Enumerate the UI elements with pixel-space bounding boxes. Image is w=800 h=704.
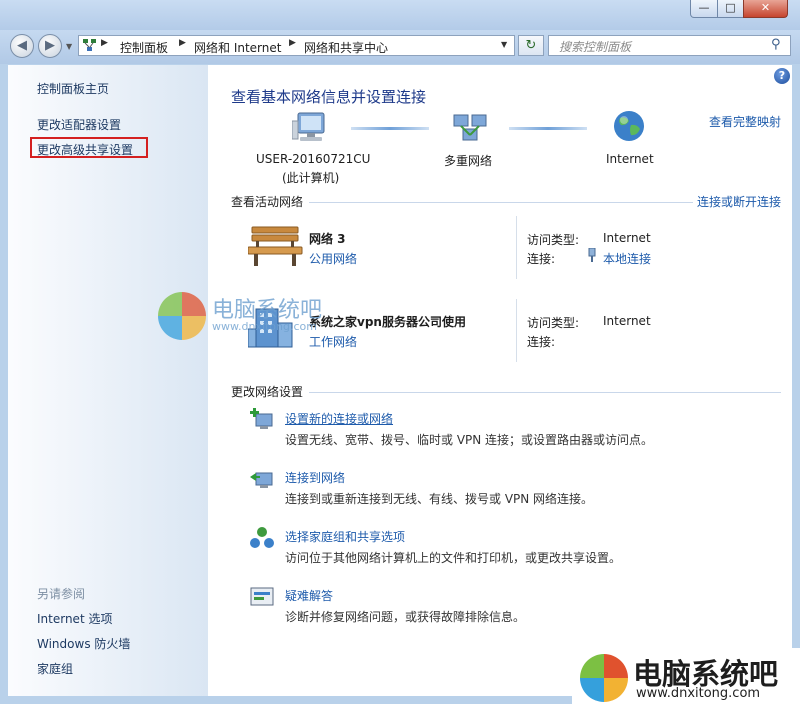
network-adapter-icon xyxy=(588,248,596,262)
divider xyxy=(516,299,517,362)
network-1-access-label: 访问类型: xyxy=(527,233,580,247)
sidebar: 控制面板主页 更改适配器设置 更改高级共享设置 另请参阅 Internet 选项… xyxy=(8,65,208,696)
highlight-annotation xyxy=(30,137,148,158)
address-bar[interactable]: ▶ 控制面板 ▶ 网络和 Internet ▶ 网络和共享中心 ▼ xyxy=(78,35,515,56)
network-2-access-label: 访问类型: xyxy=(527,316,580,330)
refresh-icon: ↻ xyxy=(525,38,537,53)
minimize-button[interactable]: — xyxy=(690,0,718,18)
corner-watermark-url: www.dnxitong.com xyxy=(636,686,761,701)
sidebar-item-windows-firewall[interactable]: Windows 防火墙 xyxy=(37,635,130,652)
new-connection-icon xyxy=(250,408,273,429)
network-2-access-value: Internet xyxy=(603,314,651,328)
network-2-name: 系统之家vpn服务器公司使用 xyxy=(309,315,466,329)
sidebar-item-control-panel-home[interactable]: 控制面板主页 xyxy=(37,80,109,97)
help-icon[interactable]: ? xyxy=(774,68,790,84)
forward-button[interactable]: ▶ xyxy=(38,34,62,58)
view-full-map-link[interactable]: 查看完整映射 xyxy=(709,113,781,130)
bench-icon xyxy=(248,226,303,266)
page-title: 查看基本网络信息并设置连接 xyxy=(231,88,427,106)
task-homegroup-desc: 访问位于其他网络计算机上的文件和打印机，或更改共享设置。 xyxy=(285,551,622,565)
computer-icon[interactable] xyxy=(292,111,328,145)
maximize-icon: □ xyxy=(725,1,736,14)
computer-name-label: USER-20160721CU xyxy=(256,152,371,166)
map-connector xyxy=(509,127,587,130)
recent-pages-button[interactable]: ▼ xyxy=(66,42,72,51)
network-1-access-value: Internet xyxy=(603,231,651,245)
network-1-type-link[interactable]: 公用网络 xyxy=(309,250,357,267)
sidebar-item-change-adapter-settings[interactable]: 更改适配器设置 xyxy=(37,116,121,133)
back-button[interactable]: ◀ xyxy=(10,34,34,58)
divider xyxy=(309,202,693,203)
breadcrumb-control-panel[interactable]: 控制面板 xyxy=(120,39,168,56)
corner-watermark-logo xyxy=(580,654,628,702)
breadcrumb-separator-icon: ▶ xyxy=(179,38,186,48)
task-troubleshoot-desc: 诊断并修复网络问题，或获得故障排除信息。 xyxy=(285,610,526,624)
network-1-connection-link[interactable]: 本地连接 xyxy=(603,250,651,267)
divider xyxy=(309,392,781,393)
breadcrumb-network-internet[interactable]: 网络和 Internet xyxy=(194,39,281,56)
task-connect-network-link[interactable]: 连接到网络 xyxy=(285,469,345,486)
breadcrumb-separator-icon: ▶ xyxy=(101,38,108,48)
network-label: 多重网络 xyxy=(444,154,493,168)
network-2-type-link[interactable]: 工作网络 xyxy=(309,333,357,350)
change-settings-heading: 更改网络设置 xyxy=(231,385,304,399)
sidebar-item-internet-options[interactable]: Internet 选项 xyxy=(37,610,112,627)
minimize-icon: — xyxy=(698,1,710,14)
multiple-networks-icon[interactable] xyxy=(452,111,488,145)
address-dropdown-icon[interactable]: ▼ xyxy=(501,40,507,49)
search-icon[interactable]: ⚲ xyxy=(771,37,781,52)
see-also-heading: 另请参阅 xyxy=(37,587,86,601)
computer-sub-label: (此计算机) xyxy=(282,171,340,185)
refresh-button[interactable]: ↻ xyxy=(518,35,544,56)
breadcrumb-network-sharing-center[interactable]: 网络和共享中心 xyxy=(304,39,388,56)
task-connect-network-desc: 连接到或重新连接到无线、有线、拨号或 VPN 网络连接。 xyxy=(285,492,594,506)
task-new-connection-link[interactable]: 设置新的连接或网络 xyxy=(285,410,393,427)
back-arrow-icon: ◀ xyxy=(17,38,27,53)
title-bar xyxy=(0,0,800,30)
divider xyxy=(516,216,517,279)
task-troubleshoot-link[interactable]: 疑难解答 xyxy=(285,587,333,604)
globe-icon[interactable] xyxy=(612,109,646,143)
maximize-button[interactable]: □ xyxy=(717,0,744,18)
watermark-logo xyxy=(158,292,206,340)
task-homegroup-link[interactable]: 选择家庭组和共享选项 xyxy=(285,528,405,545)
network-1-name: 网络 3 xyxy=(309,232,346,246)
close-button[interactable]: ✕ xyxy=(743,0,788,18)
search-placeholder: 搜索控制面板 xyxy=(559,40,632,54)
chevron-down-icon: ▼ xyxy=(66,42,73,51)
network-1-connection-label: 连接: xyxy=(527,252,556,266)
breadcrumb-separator-icon: ▶ xyxy=(289,38,296,48)
task-new-connection-desc: 设置无线、宽带、拨号、临时或 VPN 连接；或设置路由器或访问点。 xyxy=(285,433,654,447)
forward-arrow-icon: ▶ xyxy=(45,38,55,53)
network-2-connection-label: 连接: xyxy=(527,335,556,349)
homegroup-icon xyxy=(250,527,274,548)
main-content: ? 查看基本网络信息并设置连接 查看完整映射 USER-20160721CU (… xyxy=(208,65,792,696)
close-icon: ✕ xyxy=(760,1,771,14)
troubleshoot-icon xyxy=(250,587,274,606)
search-input[interactable]: 搜索控制面板 ⚲ xyxy=(548,35,791,56)
help-glyph: ? xyxy=(778,69,786,82)
watermark-url: www.dnxitong.com xyxy=(212,320,317,333)
connect-disconnect-link[interactable]: 连接或断开连接 xyxy=(697,193,781,210)
network-center-icon xyxy=(83,39,96,51)
connect-network-icon xyxy=(250,472,273,488)
map-connector xyxy=(351,127,429,130)
active-networks-heading: 查看活动网络 xyxy=(231,195,304,209)
sidebar-item-homegroup[interactable]: 家庭组 xyxy=(37,660,73,677)
internet-label: Internet xyxy=(606,152,654,166)
